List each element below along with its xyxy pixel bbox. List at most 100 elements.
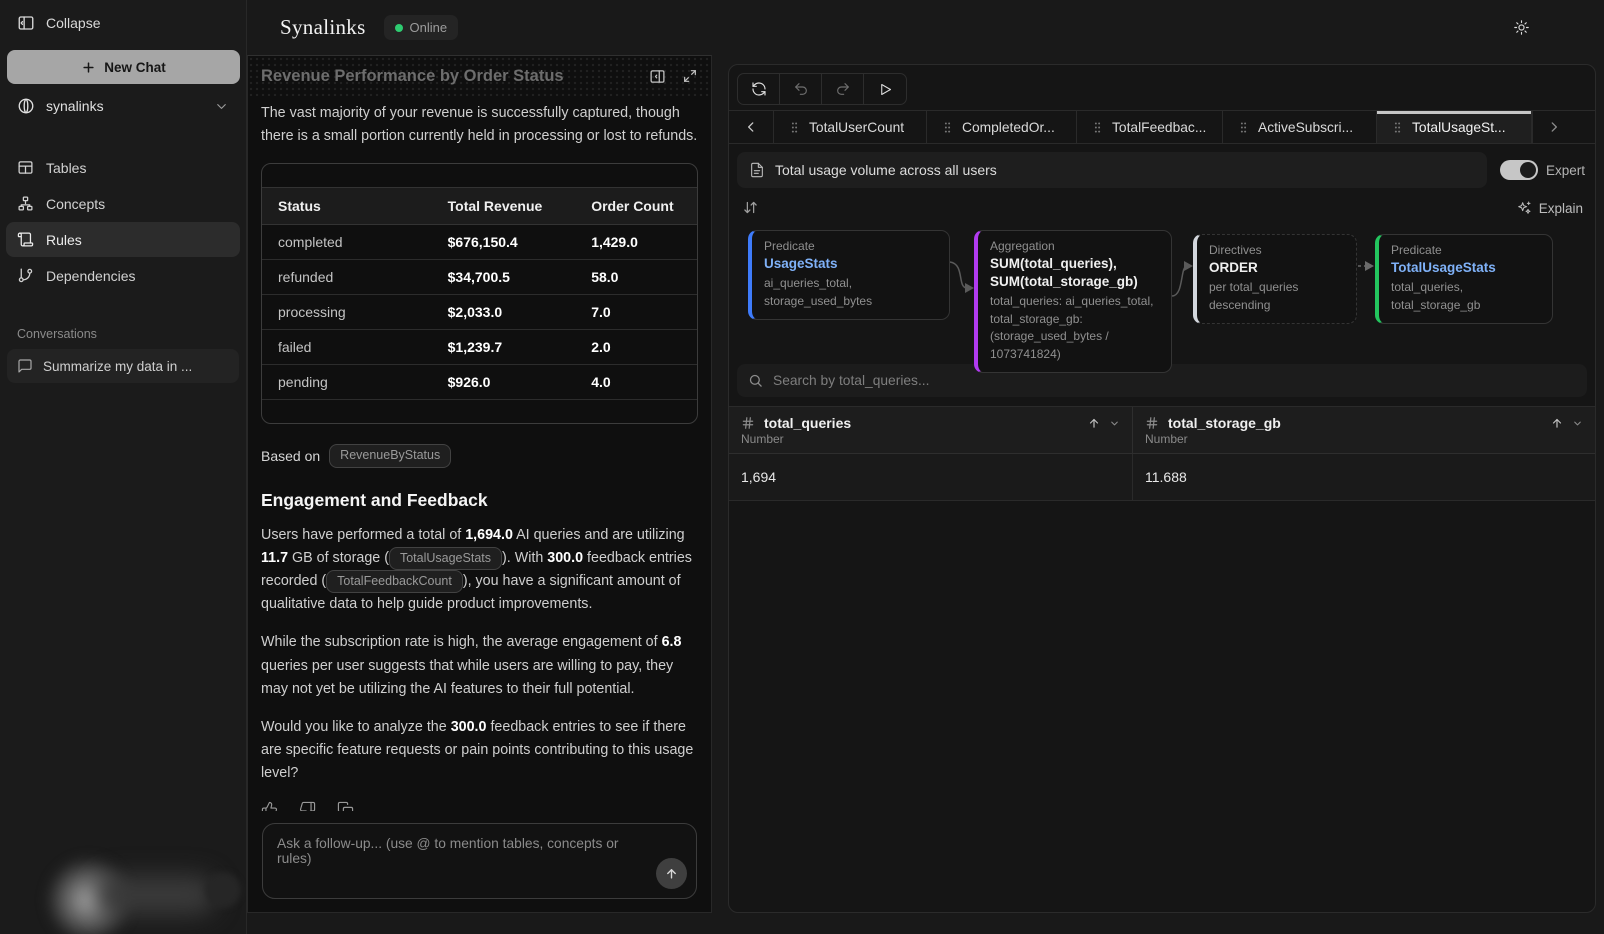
node-title: TotalUsageStats: [1391, 259, 1540, 277]
tabs-scroll-left-button[interactable]: [729, 111, 774, 143]
explain-button[interactable]: Explain: [1516, 200, 1583, 216]
rule-flow-canvas: Explain Predicate UsageStats ai_queries_…: [737, 192, 1587, 354]
node-detail: total_queries: ai_queries_total, total_s…: [990, 293, 1159, 363]
flow-node-aggregation-sum[interactable]: Aggregation SUM(total_queries), SUM(tota…: [974, 230, 1172, 373]
refresh-button[interactable]: [738, 74, 780, 104]
flow-node-directives-order[interactable]: Directives ORDER per total_queries desce…: [1193, 234, 1357, 324]
app-title: Synalinks: [280, 15, 366, 40]
node-title: SUM(total_queries), SUM(total_storage_gb…: [990, 255, 1159, 291]
node-detail: ai_queries_total, storage_used_bytes: [764, 275, 937, 310]
grip-icon: [790, 121, 799, 134]
sidebar: Collapse New Chat synalinks Tables Conce…: [0, 0, 247, 934]
conversations-heading: Conversations: [17, 327, 229, 341]
cell-total-queries: 1,694: [729, 454, 1133, 500]
status-badge: Online: [384, 15, 459, 40]
user-name-blurred: [96, 875, 216, 915]
new-chat-button[interactable]: New Chat: [7, 50, 240, 84]
rule-chip-revenuebystatus[interactable]: RevenueByStatus: [329, 444, 451, 467]
node-detail: per total_queries descending: [1209, 279, 1344, 314]
plus-icon: [81, 60, 96, 75]
result-row: 1,694 11.688: [729, 454, 1595, 501]
send-button[interactable]: [656, 858, 687, 889]
theme-toggle-button[interactable]: [1513, 19, 1530, 36]
status-text: Online: [410, 20, 448, 35]
sidebar-item-dependencies[interactable]: Dependencies: [6, 258, 240, 293]
sidebar-item-rules[interactable]: Rules: [6, 222, 240, 257]
sort-icon: [743, 200, 758, 215]
rule-description: Total usage volume across all users: [737, 152, 1487, 188]
explain-label: Explain: [1539, 201, 1583, 216]
user-profile-area[interactable]: [0, 839, 246, 934]
message-intro: The vast majority of your revenue is suc…: [261, 102, 698, 148]
revenue-table: Status Total Revenue Order Count complet…: [262, 187, 697, 400]
rule-description-text: Total usage volume across all users: [775, 162, 997, 178]
hierarchy-icon: [17, 195, 34, 212]
conversation-item[interactable]: Summarize my data in ...: [7, 349, 239, 383]
collapse-label: Collapse: [46, 15, 100, 31]
tabs-scroll-right-button[interactable]: [1532, 111, 1574, 143]
scroll-icon: [17, 231, 34, 248]
column-menu-icon[interactable]: [1109, 418, 1120, 429]
node-kind: Predicate: [1391, 243, 1540, 257]
new-chat-label: New Chat: [104, 60, 166, 75]
sort-asc-icon[interactable]: [1550, 416, 1564, 430]
toggle-switch[interactable]: [1500, 160, 1538, 180]
thumbs-down-icon[interactable]: [299, 801, 316, 811]
col-status: Status: [262, 188, 432, 225]
hash-icon: [1145, 416, 1159, 430]
based-on-label: Based on: [261, 448, 320, 464]
copy-icon[interactable]: [337, 801, 354, 811]
expert-mode-toggle[interactable]: Expert: [1500, 160, 1585, 180]
message-para-2: While the subscription rate is high, the…: [261, 631, 698, 700]
main-area: Synalinks Online Revenue Performance by …: [247, 0, 1604, 934]
workspace-selector[interactable]: synalinks: [0, 84, 246, 128]
node-kind: Directives: [1209, 243, 1344, 257]
redo-button[interactable]: [822, 74, 864, 104]
message-actions: [261, 801, 698, 811]
tab-totalusercount[interactable]: TotalUserCount: [774, 111, 927, 143]
search-input[interactable]: [773, 373, 1576, 388]
tab-completedor[interactable]: CompletedOr...: [927, 111, 1077, 143]
nav-label: Concepts: [46, 196, 105, 212]
expand-icon[interactable]: [682, 68, 698, 84]
run-button[interactable]: [864, 74, 906, 104]
column-menu-icon[interactable]: [1572, 418, 1583, 429]
tab-label: CompletedOr...: [962, 120, 1055, 135]
tab-label: TotalFeedbac...: [1112, 120, 1206, 135]
sidebar-item-concepts[interactable]: Concepts: [6, 186, 240, 221]
chat-bubble-icon: [17, 358, 33, 374]
tab-label: TotalUsageSt...: [1412, 120, 1506, 135]
workbench-toolbar: [729, 65, 1595, 110]
message-para-1: Users have performed a total of 1,694.0 …: [261, 524, 698, 617]
thumbs-up-icon[interactable]: [261, 801, 278, 811]
table-row: failed$1,239.72.0: [262, 330, 697, 365]
based-on-row: Based on RevenueByStatus: [261, 444, 698, 467]
message-para-3: Would you like to analyze the 300.0 feed…: [261, 716, 698, 785]
panel-right-icon[interactable]: [649, 68, 666, 85]
undo-button[interactable]: [780, 74, 822, 104]
rule-chip[interactable]: TotalUsageStats: [389, 547, 502, 570]
conversation-title: Summarize my data in ...: [43, 359, 192, 374]
workspace-name: synalinks: [46, 98, 104, 114]
logo-globe-icon: [17, 97, 35, 115]
rule-chip[interactable]: TotalFeedbackCount: [326, 570, 463, 593]
column-header-total-queries[interactable]: total_queries Number: [729, 407, 1133, 453]
sort-asc-icon[interactable]: [1087, 416, 1101, 430]
nav-label: Tables: [46, 160, 86, 176]
collapse-sidebar-button[interactable]: Collapse: [0, 0, 246, 44]
online-dot: [395, 24, 403, 32]
tab-label: TotalUserCount: [809, 120, 904, 135]
flow-node-predicate-usagestats[interactable]: Predicate UsageStats ai_queries_total, s…: [748, 230, 950, 320]
followup-input[interactable]: [263, 824, 696, 898]
flow-node-predicate-totalusagestats[interactable]: Predicate TotalUsageStats total_queries,…: [1375, 234, 1553, 324]
column-header-total-storage-gb[interactable]: total_storage_gb Number: [1133, 407, 1595, 453]
tab-totalusagest-active[interactable]: TotalUsageSt...: [1377, 111, 1532, 143]
tab-totalfeedbac[interactable]: TotalFeedbac...: [1077, 111, 1223, 143]
tab-activesubscri[interactable]: ActiveSubscri...: [1223, 111, 1377, 143]
flow-direction-button[interactable]: [743, 200, 758, 215]
node-title: UsageStats: [764, 255, 937, 273]
sidebar-item-tables[interactable]: Tables: [6, 150, 240, 185]
refresh-icon: [751, 81, 767, 97]
chevron-right-icon: [1547, 120, 1561, 134]
user-menu-button[interactable]: [205, 872, 241, 908]
